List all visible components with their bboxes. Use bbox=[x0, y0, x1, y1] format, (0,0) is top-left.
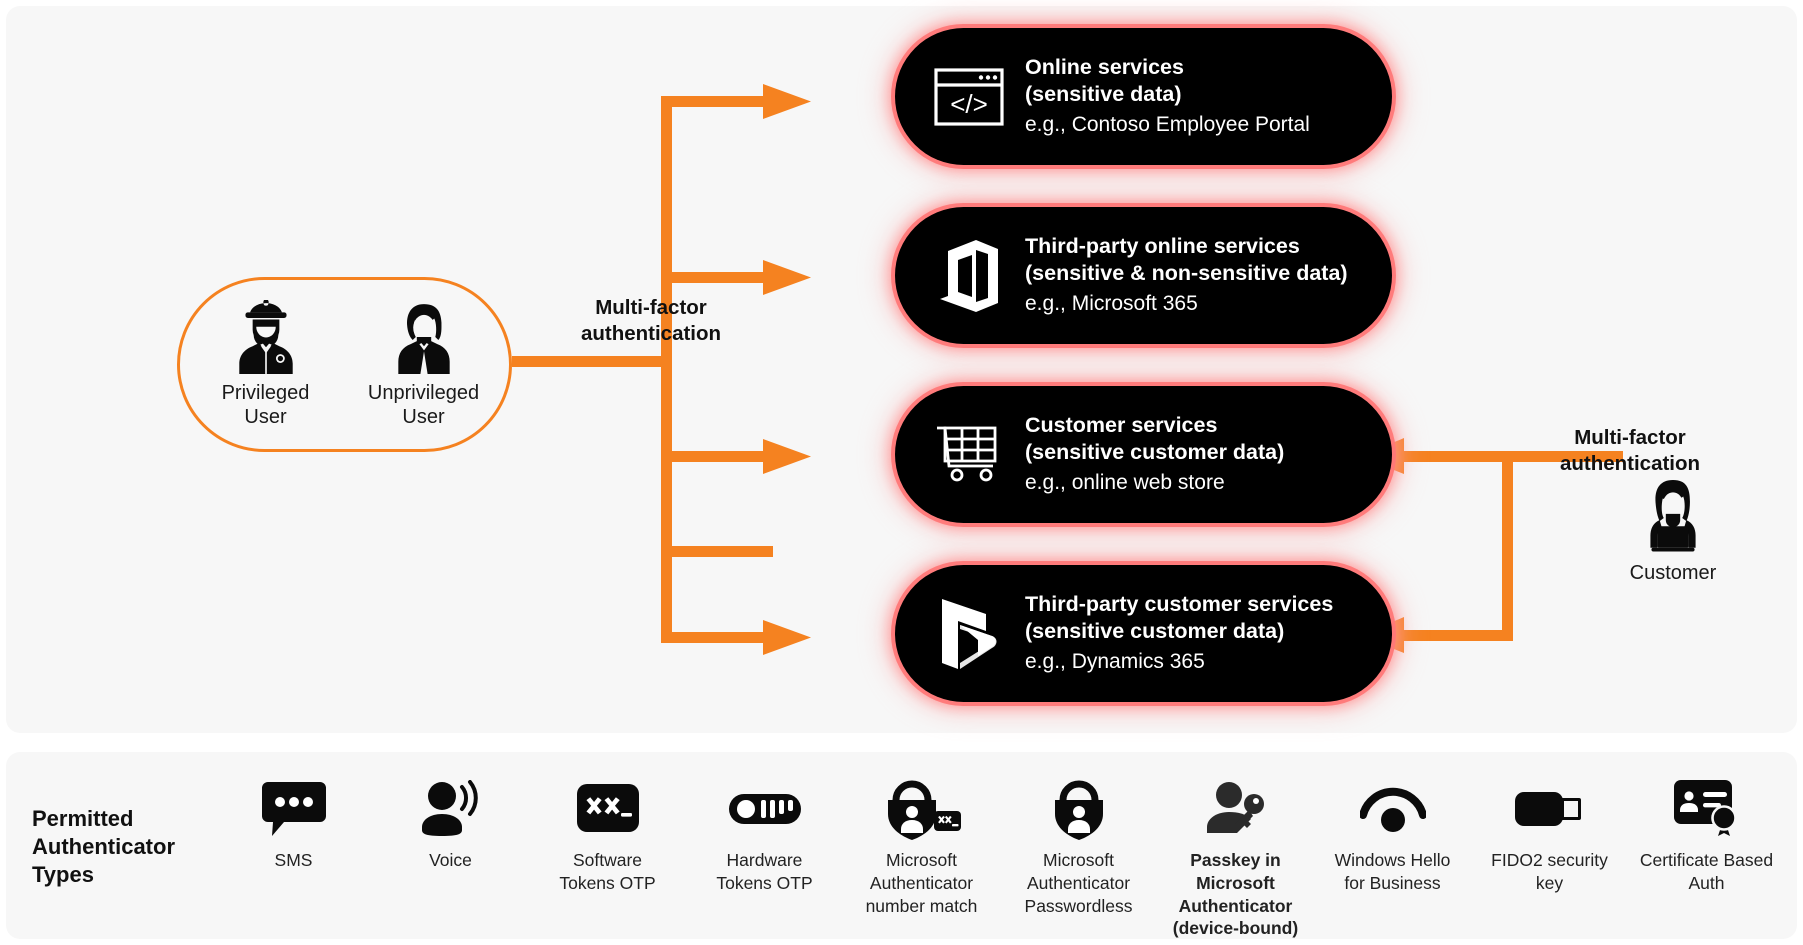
customer-actor: Customer bbox=[1608, 478, 1738, 585]
service-subtitle: (sensitive customer data) bbox=[1025, 440, 1285, 465]
user-label: Unprivileged User bbox=[367, 381, 480, 428]
mfa-label-left: Multi-factor authentication bbox=[580, 296, 722, 346]
svg-text:</>: </> bbox=[950, 89, 988, 119]
authenticator-label: Software Tokens OTP bbox=[559, 850, 656, 893]
user-group: Privileged User Unprivileged User bbox=[177, 277, 512, 452]
service-card-online-services[interactable]: </> Online services (sensitive data) e.g… bbox=[895, 28, 1392, 165]
voice-person-icon bbox=[420, 778, 482, 840]
passkey-person-key-icon bbox=[1205, 778, 1267, 840]
software-token-icon bbox=[576, 778, 639, 840]
service-example: e.g., online web store bbox=[1025, 470, 1225, 494]
service-subtitle: (sensitive data) bbox=[1025, 82, 1182, 107]
authenticator-label: SMS bbox=[274, 850, 313, 870]
diagram-root: Privileged User Unprivileged User Multi-… bbox=[0, 0, 1803, 945]
customer-label: Customer bbox=[1629, 562, 1717, 584]
lock-person-keypad-icon bbox=[882, 778, 962, 840]
service-text: Third-party online services (sensitive &… bbox=[1025, 233, 1364, 317]
authenticator-label: Microsoft Authenticator Passwordless bbox=[1024, 850, 1133, 916]
police-officer-icon bbox=[238, 299, 293, 374]
authenticator-label: FIDO2 security key bbox=[1491, 850, 1608, 893]
certificate-badge-icon bbox=[1673, 778, 1740, 840]
user-label: Privileged User bbox=[221, 381, 310, 428]
authenticator-passwordless[interactable]: Microsoft Authenticator Passwordless bbox=[1000, 770, 1157, 917]
service-example: e.g., Microsoft 365 bbox=[1025, 291, 1198, 315]
service-example: e.g., Dynamics 365 bbox=[1025, 649, 1205, 673]
authenticator-label: Voice bbox=[429, 850, 472, 870]
code-window-icon: </> bbox=[913, 67, 1025, 126]
service-example: e.g., Contoso Employee Portal bbox=[1025, 112, 1310, 136]
service-title: Third-party customer services bbox=[1025, 592, 1334, 617]
sms-chat-icon bbox=[261, 778, 326, 840]
service-card-third-party-online[interactable]: Third-party online services (sensitive &… bbox=[895, 207, 1392, 344]
shopping-cart-icon bbox=[913, 424, 1025, 486]
office-365-icon bbox=[913, 238, 1025, 314]
service-text: Third-party customer services (sensitive… bbox=[1025, 591, 1349, 675]
service-title: Third-party online services bbox=[1025, 234, 1300, 259]
authenticator-list: SMS Voice Software Tokens OTP Hardware T… bbox=[215, 770, 1785, 938]
fido2-key-icon bbox=[1514, 778, 1585, 840]
authenticator-software-token[interactable]: Software Tokens OTP bbox=[529, 770, 686, 895]
service-title: Online services bbox=[1025, 55, 1184, 80]
authenticator-label: Microsoft Authenticator number match bbox=[865, 850, 978, 916]
service-card-customer-services[interactable]: Customer services (sensitive customer da… bbox=[895, 386, 1392, 523]
customer-laptop-icon bbox=[1650, 480, 1696, 552]
service-card-third-party-customer[interactable]: Third-party customer services (sensitive… bbox=[895, 565, 1392, 702]
service-title: Customer services bbox=[1025, 413, 1218, 438]
authenticator-label: Passkey in Microsoft Authenticator (devi… bbox=[1172, 850, 1299, 939]
authenticator-label: Certificate Based Auth bbox=[1639, 850, 1774, 893]
authenticator-hardware-token[interactable]: Hardware Tokens OTP bbox=[686, 770, 843, 895]
authenticator-fido2[interactable]: FIDO2 security key bbox=[1471, 770, 1628, 895]
authenticator-passkey[interactable]: Passkey in Microsoft Authenticator (devi… bbox=[1157, 770, 1314, 940]
authenticator-number-match[interactable]: Microsoft Authenticator number match bbox=[843, 770, 1000, 917]
mfa-label-right: Multi-factor authentication bbox=[1559, 426, 1701, 476]
user-unprivileged: Unprivileged User bbox=[354, 300, 494, 429]
authenticator-label: Hardware Tokens OTP bbox=[716, 850, 813, 893]
hardware-token-icon bbox=[728, 778, 801, 840]
authenticator-certificate[interactable]: Certificate Based Auth bbox=[1628, 770, 1785, 895]
lock-person-icon bbox=[1050, 778, 1108, 840]
authenticator-windows-hello[interactable]: Windows Hello for Business bbox=[1314, 770, 1471, 895]
service-subtitle: (sensitive customer data) bbox=[1025, 619, 1285, 644]
dynamics-365-icon bbox=[913, 595, 1025, 673]
windows-hello-icon bbox=[1359, 778, 1426, 840]
user-privileged: Privileged User bbox=[196, 299, 336, 429]
authenticator-sms[interactable]: SMS bbox=[215, 770, 372, 872]
service-text: Online services (sensitive data) e.g., C… bbox=[1025, 54, 1326, 138]
businesswoman-icon bbox=[397, 304, 450, 374]
service-subtitle: (sensitive & non-sensitive data) bbox=[1025, 261, 1348, 286]
authenticator-label: Windows Hello for Business bbox=[1334, 850, 1451, 893]
service-text: Customer services (sensitive customer da… bbox=[1025, 412, 1300, 496]
authenticator-types-title: Permitted Authenticator Types bbox=[32, 806, 175, 888]
authenticator-voice[interactable]: Voice bbox=[372, 770, 529, 872]
